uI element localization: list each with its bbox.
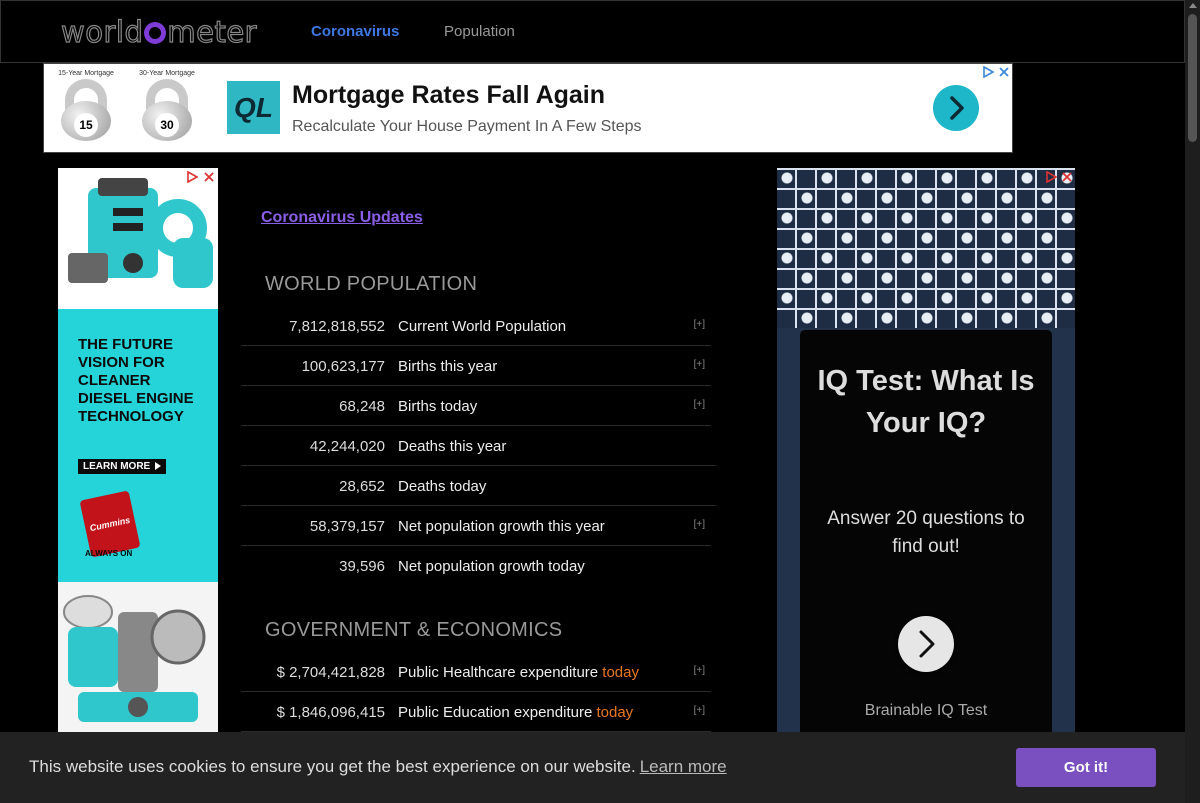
- population-row: 28,652 Deaths today: [241, 466, 716, 506]
- ad-teal-panel: THE FUTURE VISION FOR CLEANER DIESEL ENG…: [58, 309, 218, 582]
- iq-arrow-button[interactable]: [898, 616, 954, 672]
- banner-ad-subtitle: Recalculate Your House Payment In A Few …: [292, 118, 642, 135]
- row-label: Births this year: [398, 358, 498, 375]
- engine-image: [58, 168, 218, 308]
- expand-toggle[interactable]: [+]: [694, 399, 705, 410]
- row-value: 28,652: [339, 478, 385, 495]
- quicken-loans-logo: QL: [227, 81, 280, 134]
- kettlebell-15: 15-Year Mortgage 15: [56, 70, 116, 141]
- economics-row: $ 1,846,096,415 Public Education expendi…: [241, 692, 711, 732]
- population-row: 7,812,818,552 Current World Population […: [241, 306, 711, 346]
- cookie-learn-more-link[interactable]: Learn more: [640, 757, 727, 776]
- population-row: 68,248 Births today [+]: [241, 386, 711, 426]
- chevron-right-icon: [919, 630, 935, 658]
- cookie-consent-bar: This website uses cookies to ensure you …: [0, 732, 1185, 803]
- row-label-text: Public Healthcare expenditure: [398, 664, 599, 681]
- cummins-skyscraper-ad[interactable]: THE FUTURE VISION FOR CLEANER DIESEL ENG…: [58, 168, 218, 732]
- kettlebell-label: 30-Year Mortgage: [139, 70, 195, 77]
- cookie-accept-button[interactable]: Got it!: [1016, 748, 1156, 787]
- cummins-logo: Cummins: [79, 490, 141, 558]
- row-label: Deaths this year: [398, 438, 507, 455]
- banner-ad-title[interactable]: Mortgage Rates Fall Again: [292, 81, 605, 110]
- chevron-right-icon: [950, 96, 964, 120]
- logo-o-icon: [144, 22, 167, 44]
- cookie-text: This website uses cookies to ensure you …: [29, 757, 636, 776]
- row-value: 58,379,157: [309, 518, 385, 535]
- row-value: 100,623,177: [301, 358, 385, 375]
- expand-toggle[interactable]: [+]: [694, 665, 705, 676]
- row-label: Net population growth today: [398, 558, 585, 575]
- gov-economics-title: GOVERNMENT & ECONOMICS: [265, 619, 563, 641]
- population-row: 42,244,020 Deaths this year: [241, 426, 716, 466]
- mortgage-banner-ad[interactable]: 15-Year Mortgage 15 30-Year Mortgage 30 …: [43, 63, 1013, 153]
- kettlebell-30: 30-Year Mortgage 30: [137, 70, 197, 141]
- puzzle-background-image: [777, 168, 1075, 328]
- world-population-title: WORLD POPULATION: [265, 273, 478, 295]
- engine-part-image: [58, 582, 218, 732]
- kettlebell-icon: 30: [140, 79, 194, 141]
- economics-row: $ 2,704,421,828 Public Healthcare expend…: [241, 652, 711, 692]
- today-highlight: today: [596, 704, 634, 721]
- iq-test-ad[interactable]: IQ Test: What Is Your IQ? Answer 20 ques…: [777, 168, 1075, 732]
- site-header: world meter Coronavirus Population: [0, 0, 1185, 63]
- iq-ad-brand: Brainable IQ Test: [864, 702, 988, 719]
- ad-headline: THE FUTURE VISION FOR CLEANER DIESEL ENG…: [78, 336, 194, 425]
- row-value: 42,244,020: [309, 438, 385, 455]
- nav-coronavirus[interactable]: Coronavirus: [311, 23, 399, 40]
- close-ad-icon[interactable]: [203, 171, 215, 183]
- close-ad-icon[interactable]: [998, 66, 1010, 78]
- row-label: Current World Population: [398, 318, 567, 335]
- kettlebell-number: 30: [155, 113, 179, 137]
- population-row: 100,623,177 Births this year [+]: [241, 346, 711, 386]
- ad-tagline: ALWAYS ON: [85, 549, 133, 558]
- row-value: 7,812,818,552: [289, 318, 385, 335]
- row-value: 68,248: [339, 398, 385, 415]
- scroll-up-arrow-icon[interactable]: [1189, 3, 1197, 8]
- kettlebell-icon: 15: [59, 79, 113, 141]
- adchoices-icon[interactable]: [982, 66, 994, 78]
- row-label-text: Public Education expenditure: [398, 704, 593, 721]
- kettlebell-label: 15-Year Mortgage: [58, 70, 114, 77]
- row-label: Public Healthcare expenditure today: [398, 664, 639, 681]
- row-value: $ 2,704,421,828: [276, 664, 385, 681]
- population-row: 39,596 Net population growth today: [241, 546, 711, 586]
- expand-toggle[interactable]: [+]: [694, 359, 705, 370]
- row-label: Births today: [398, 398, 478, 415]
- iq-ad-card[interactable]: IQ Test: What Is Your IQ? Answer 20 ques…: [800, 330, 1052, 732]
- expand-toggle[interactable]: [+]: [694, 705, 705, 716]
- worldometer-logo[interactable]: world meter: [60, 14, 257, 49]
- iq-ad-subtitle: Answer 20 questions to find out!: [827, 508, 1025, 557]
- page-scrollbar[interactable]: [1185, 0, 1200, 803]
- learn-more-button[interactable]: LEARN MORE: [78, 459, 167, 474]
- iq-ad-title: IQ Test: What Is Your IQ?: [817, 365, 1035, 439]
- row-label: Net population growth this year: [398, 518, 605, 535]
- scrollbar-thumb[interactable]: [1188, 14, 1197, 142]
- expand-toggle[interactable]: [+]: [694, 519, 705, 530]
- row-value: 39,596: [339, 558, 385, 575]
- cookie-message: This website uses cookies to ensure you …: [29, 757, 727, 777]
- row-label: Deaths today: [398, 478, 487, 495]
- kettlebell-number: 15: [74, 113, 98, 137]
- row-value: $ 1,846,096,415: [276, 704, 385, 721]
- adchoices-icon[interactable]: [1045, 171, 1057, 183]
- expand-toggle[interactable]: [+]: [694, 319, 705, 330]
- nav-population[interactable]: Population: [444, 23, 515, 40]
- banner-arrow-button[interactable]: [933, 85, 979, 131]
- adchoices-icon[interactable]: [186, 171, 198, 183]
- population-row: 58,379,157 Net population growth this ye…: [241, 506, 711, 546]
- coronavirus-updates-link[interactable]: Coronavirus Updates: [261, 209, 423, 227]
- today-highlight: today: [602, 664, 639, 681]
- close-ad-icon[interactable]: [1061, 171, 1073, 183]
- row-label: Public Education expenditure today: [398, 704, 633, 721]
